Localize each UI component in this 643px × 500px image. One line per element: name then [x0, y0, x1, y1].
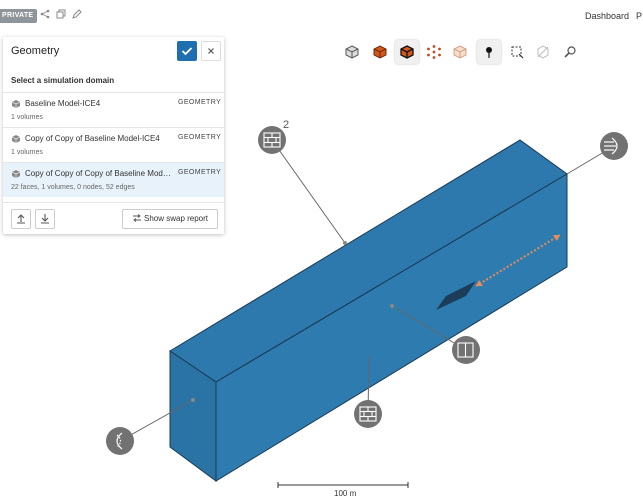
geometry-type: GEOMETRY: [178, 134, 222, 141]
measure-icon[interactable]: [558, 40, 582, 64]
upload-button[interactable]: [11, 209, 31, 229]
geometry-row[interactable]: Baseline Model-ICE4 GEOMETRY 1 volumes: [3, 92, 224, 127]
top-bar: PRIVATE Dashboard P: [0, 0, 643, 34]
edges-cube-icon[interactable]: [395, 40, 419, 64]
confirm-button[interactable]: [177, 41, 197, 61]
profile-link[interactable]: P: [636, 11, 642, 21]
scale-label: 100 m: [334, 489, 357, 498]
cube-view-icon[interactable]: [340, 40, 364, 64]
vertex-cube-icon[interactable]: [422, 40, 446, 64]
geometry-meta: 1 volumes: [11, 114, 43, 121]
transparent-cube-icon[interactable]: [448, 40, 472, 64]
wall-marker-bottom[interactable]: [354, 400, 382, 428]
panel-header: Geometry: [3, 37, 224, 65]
geometry-row-selected[interactable]: Copy of Copy of Copy of Baseline Model-I…: [3, 162, 224, 197]
geometry-name: Baseline Model-ICE4: [25, 99, 101, 108]
copy-icon[interactable]: [54, 9, 68, 23]
panel-subtitle: Select a simulation domain: [11, 76, 115, 85]
geometry-type: GEOMETRY: [178, 169, 222, 176]
geometry-row[interactable]: Copy of Copy of Baseline Model-ICE4 GEOM…: [3, 127, 224, 162]
download-button[interactable]: [35, 209, 55, 229]
geometry-icon: [12, 100, 20, 108]
dashboard-link[interactable]: Dashboard: [585, 11, 629, 21]
solid-cube-icon[interactable]: [368, 40, 392, 64]
geometry-name: Copy of Copy of Copy of Baseline Model-I…: [25, 169, 173, 178]
geometry-meta: 22 faces, 1 volumes, 0 nodes, 52 edges: [11, 184, 135, 191]
panel-footer: Show swap report: [3, 202, 224, 234]
close-button[interactable]: [201, 41, 221, 61]
close-icon: [208, 48, 214, 54]
outlet-marker[interactable]: [600, 132, 628, 160]
geometry-icon: [12, 170, 20, 178]
pin-icon[interactable]: [477, 40, 501, 64]
upload-icon: [17, 214, 25, 224]
geometry-name: Copy of Copy of Baseline Model-ICE4: [25, 134, 160, 143]
show-swap-report-button[interactable]: Show swap report: [122, 209, 218, 229]
face-count-label: 2: [283, 119, 290, 131]
geometry-type: GEOMETRY: [178, 99, 222, 106]
geometry-icon: [12, 135, 20, 143]
edit-icon[interactable]: [70, 9, 84, 23]
check-icon: [181, 47, 193, 56]
box-select-icon[interactable]: [505, 40, 529, 64]
swap-icon: [132, 214, 141, 222]
wall-marker-top[interactable]: [258, 126, 286, 154]
hide-icon[interactable]: [531, 40, 555, 64]
panel-title: Geometry: [11, 45, 60, 57]
geometry-meta: 1 volumes: [11, 149, 43, 156]
swap-label: Show swap report: [143, 214, 209, 223]
periodic-face-marker[interactable]: [452, 336, 480, 364]
scale-bar: [277, 482, 409, 488]
private-badge: PRIVATE: [0, 9, 38, 23]
geometry-panel: Geometry Select a simulation domain Base…: [3, 37, 224, 234]
share-icon[interactable]: [38, 9, 52, 23]
download-icon: [41, 214, 49, 224]
inlet-marker[interactable]: [106, 427, 134, 455]
